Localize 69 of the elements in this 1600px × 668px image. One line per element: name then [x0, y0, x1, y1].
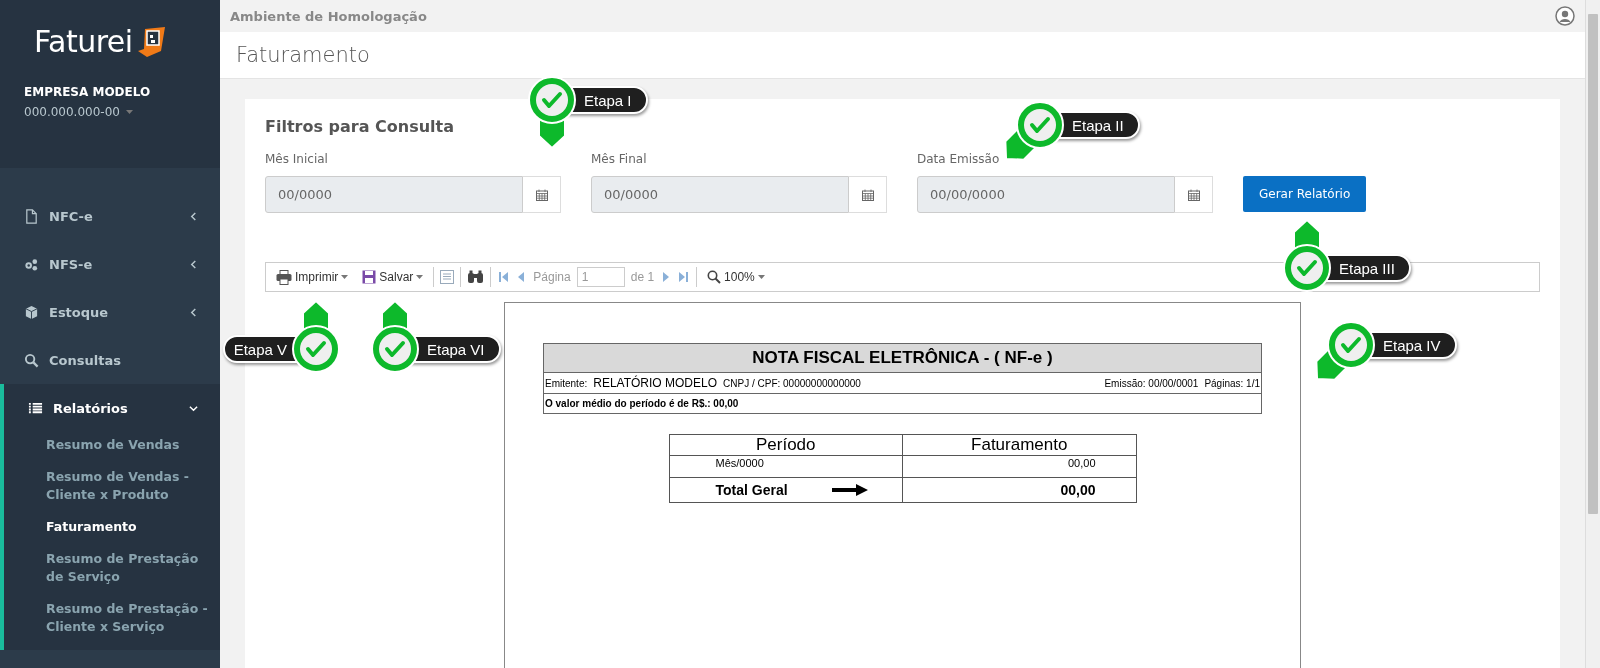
date-field[interactable]: 00/0000 [265, 176, 523, 213]
date-field[interactable]: 00/0000 [591, 176, 849, 213]
menu-item[interactable]: Consultas [0, 336, 220, 384]
menu-item[interactable]: NFS-e [0, 240, 220, 288]
table-cell: Mês/0000 [669, 455, 903, 478]
chevron-icon [189, 403, 198, 413]
document-icon[interactable] [440, 270, 455, 284]
print-button[interactable]: Imprimir [272, 269, 353, 285]
calendar-button[interactable] [849, 176, 887, 213]
chevron-icon [189, 259, 198, 269]
chevron-icon [189, 211, 198, 221]
gears-icon [24, 256, 39, 272]
last-page-icon[interactable] [678, 271, 691, 283]
generate-report-button[interactable]: Gerar Relatório [1243, 176, 1367, 212]
column-header: Faturamento [902, 434, 1136, 456]
page-label: Página [533, 270, 571, 284]
magnifier-icon [707, 270, 722, 284]
caret-icon [341, 275, 349, 279]
report-title: NOTA FISCAL ELETRÔNICA - ( NF-e ) [544, 344, 1261, 373]
submenu-item[interactable]: Resumo de Prestação - Cliente x Serviço [46, 600, 211, 636]
binoculars-icon[interactable] [467, 270, 485, 284]
user-icon[interactable] [1555, 6, 1575, 26]
section-title: Filtros para Consulta [265, 117, 454, 136]
environment-label: Ambiente de Homologação [230, 8, 427, 24]
field-label: Data Emissão [917, 152, 1001, 166]
submenu-item[interactable]: Faturamento [46, 518, 211, 536]
issuer-label: Emitente: [545, 378, 588, 389]
chevron-icon [189, 307, 198, 317]
menu-item[interactable]: NFC-e [0, 192, 220, 240]
scrollbar[interactable] [1585, 0, 1600, 668]
column-header: Período [669, 434, 903, 456]
cube-icon [24, 304, 39, 320]
search-icon [24, 352, 39, 368]
caret-icon [757, 275, 765, 279]
date-field[interactable]: 00/00/0000 [917, 176, 1175, 213]
calendar-icon [861, 188, 874, 201]
arrow-icon [831, 484, 868, 496]
total-label: Total Geral [715, 482, 788, 498]
calendar-button[interactable] [523, 176, 561, 213]
submenu-item[interactable]: Resumo de Vendas - Cliente x Produto [46, 468, 211, 504]
issue-date: Emissão: 00/00/0001 [1104, 378, 1199, 389]
save-button[interactable]: Salvar [358, 270, 428, 284]
company-name: EMPRESA MODELO [24, 85, 152, 99]
page-count: Páginas: 1/1 [1204, 378, 1260, 389]
logo-text: Faturei [34, 24, 133, 59]
submenu-item[interactable]: Resumo de Prestação de Serviço [46, 550, 211, 586]
page-title: Faturamento [236, 43, 370, 67]
calendar-icon [1187, 188, 1200, 201]
calendar-icon [535, 188, 548, 201]
caret-icon [416, 275, 424, 279]
page-total: de 1 [630, 270, 655, 284]
submenu-item[interactable]: Resumo de Vendas [46, 436, 211, 454]
menu-item[interactable]: Estoque [0, 288, 220, 336]
menu-item[interactable]: Relatórios [0, 384, 220, 432]
printer-icon [276, 269, 292, 285]
company-document-dropdown[interactable]: 000.000.000-00 [24, 105, 133, 119]
field-label: Mês Final [591, 152, 648, 166]
table-cell: 00,00 [902, 455, 1136, 478]
field-label: Mês Inicial [265, 152, 329, 166]
first-page-icon[interactable] [497, 271, 510, 283]
file-icon [24, 208, 39, 224]
average-value-text: O valor médio do período é de R$.: 00,00 [544, 397, 740, 411]
calendar-button[interactable] [1175, 176, 1213, 213]
document-number: CNPJ / CPF: 00000000000000 [723, 378, 861, 389]
total-value: 00,00 [902, 477, 1136, 503]
issuer-name: RELATÓRIO MODELO [593, 376, 718, 390]
caret-icon [125, 110, 133, 114]
zoom-dropdown[interactable]: 100% [703, 270, 769, 284]
list-icon [28, 400, 43, 416]
